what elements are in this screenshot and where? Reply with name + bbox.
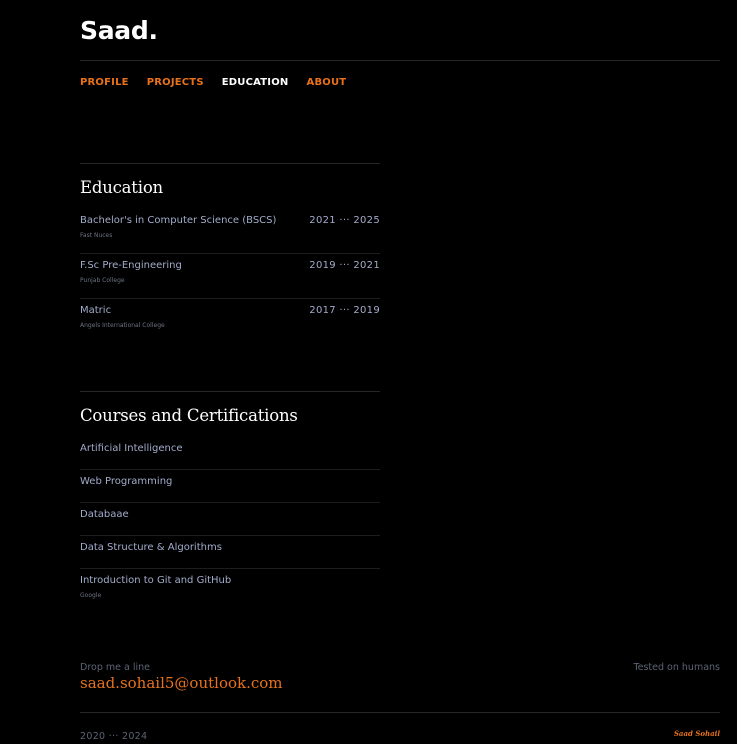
courses-section: Courses and Certifications Artificial In…: [80, 391, 380, 601]
section-divider: [80, 163, 380, 164]
footer-signature: Saad Sohail: [673, 729, 720, 738]
courses-list: Artificial Intelligence Web Programming …: [80, 437, 380, 601]
course-provider: Google: [80, 592, 102, 599]
education-section: Education Bachelor's in Computer Science…: [80, 163, 380, 343]
nav-item-about[interactable]: ABOUT: [307, 77, 347, 88]
nav-item-projects[interactable]: PROJECTS: [147, 77, 204, 88]
course-title: Introduction to Git and GitHub: [80, 575, 232, 586]
header-divider: [80, 60, 720, 61]
education-title: Bachelor's in Computer Science (BSCS): [80, 215, 277, 226]
site-logo[interactable]: Saad.: [80, 16, 158, 45]
education-item: Matric Angels International College 2017…: [80, 299, 380, 343]
education-list: Bachelor's in Computer Science (BSCS) Fa…: [80, 209, 380, 343]
education-institution: Angels International College: [80, 322, 165, 329]
courses-heading: Courses and Certifications: [80, 406, 298, 425]
course-item: Introduction to Git and GitHub Google: [80, 569, 380, 601]
section-divider: [80, 391, 380, 392]
contact-label: Drop me a line: [80, 662, 150, 673]
course-item: Data Structure & Algorithms: [80, 536, 380, 569]
tested-note: Tested on humans: [633, 662, 720, 673]
course-item: Web Programming: [80, 470, 380, 503]
education-item: Bachelor's in Computer Science (BSCS) Fa…: [80, 209, 380, 254]
education-years: 2017 ··· 2019: [309, 305, 380, 316]
course-title: Data Structure & Algorithms: [80, 542, 222, 553]
nav-item-education[interactable]: EDUCATION: [222, 77, 289, 88]
education-years: 2019 ··· 2021: [309, 260, 380, 271]
course-title: Databaae: [80, 509, 129, 520]
education-title: F.Sc Pre-Engineering: [80, 260, 182, 271]
education-heading: Education: [80, 178, 163, 197]
education-institution: Fast Nuces: [80, 232, 113, 239]
education-years: 2021 ··· 2025: [309, 215, 380, 226]
course-title: Web Programming: [80, 476, 173, 487]
course-item: Artificial Intelligence: [80, 437, 380, 470]
footer-years: 2020 ··· 2024: [80, 731, 148, 742]
footer-divider: [80, 712, 720, 713]
course-item: Databaae: [80, 503, 380, 536]
main-nav: PROFILE PROJECTS EDUCATION ABOUT: [80, 77, 364, 88]
education-item: F.Sc Pre-Engineering Punjab College 2019…: [80, 254, 380, 299]
course-title: Artificial Intelligence: [80, 443, 183, 454]
education-institution: Punjab College: [80, 277, 125, 284]
nav-item-profile[interactable]: PROFILE: [80, 77, 129, 88]
contact-email-link[interactable]: saad.sohail5@outlook.com: [80, 674, 283, 692]
education-title: Matric: [80, 305, 112, 316]
